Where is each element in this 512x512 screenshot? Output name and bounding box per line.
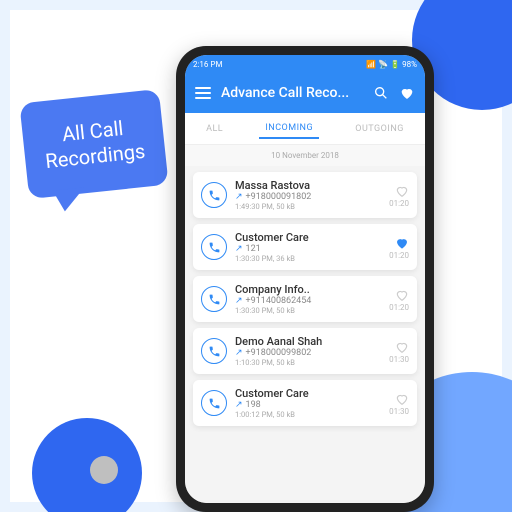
recording-meta: 1:30:30 PM, 50 kB	[235, 306, 381, 315]
phone-frame: 2:16 PM 📶 📡 🔋 98% Advance Call Reco... A…	[176, 46, 434, 512]
recording-card[interactable]: Company Info..↗+9114008624541:30:30 PM, …	[193, 276, 417, 322]
direction-icon: ↗	[235, 296, 243, 306]
call-type-icon	[201, 286, 227, 312]
contact-name: Demo Aanal Shah	[235, 335, 381, 348]
recording-meta: 1:10:30 PM, 50 kB	[235, 358, 381, 367]
recording-meta: 1:30:30 PM, 36 kB	[235, 254, 381, 263]
date-section-header: 10 November 2018	[185, 145, 425, 166]
recording-duration: 01:30	[389, 407, 409, 416]
contact-number: ↗+911400862454	[235, 296, 381, 306]
status-indicators: 📶 📡 🔋 98%	[366, 60, 417, 69]
status-bar: 2:16 PM 📶 📡 🔋 98%	[185, 55, 425, 73]
call-type-icon	[201, 234, 227, 260]
recording-card[interactable]: Customer Care↗1981:00:12 PM, 50 kB 01:30	[193, 380, 417, 426]
menu-icon[interactable]	[195, 87, 211, 99]
direction-icon: ↗	[235, 244, 243, 254]
call-type-icon	[201, 182, 227, 208]
app-bar: Advance Call Reco...	[185, 73, 425, 113]
recording-duration: 01:30	[389, 355, 409, 364]
status-time: 2:16 PM	[193, 60, 222, 69]
callout-bubble: All Call Recordings	[19, 89, 168, 199]
decor-circle-grey	[90, 456, 118, 484]
recording-card[interactable]: Demo Aanal Shah↗+9180000998021:10:30 PM,…	[193, 328, 417, 374]
contact-name: Customer Care	[235, 387, 381, 400]
recording-meta: 1:49:30 PM, 50 kB	[235, 202, 381, 211]
favorite-toggle[interactable]	[395, 391, 409, 405]
app-title: Advance Call Reco...	[221, 85, 363, 101]
recording-list[interactable]: Massa Rastova↗+9180000918021:49:30 PM, 5…	[185, 166, 425, 503]
callout-text: All Call Recordings	[32, 113, 157, 175]
contact-number: ↗198	[235, 400, 381, 410]
contact-name: Company Info..	[235, 283, 381, 296]
tab-outgoing[interactable]: OUTGOING	[349, 120, 410, 138]
direction-icon: ↗	[235, 348, 243, 358]
contact-name: Massa Rastova	[235, 179, 381, 192]
call-type-icon	[201, 338, 227, 364]
recording-duration: 01:20	[389, 199, 409, 208]
decor-circle-blue	[32, 418, 142, 512]
call-type-icon	[201, 390, 227, 416]
favorite-toggle[interactable]	[395, 235, 409, 249]
recording-card[interactable]: Customer Care↗1211:30:30 PM, 36 kB 01:20	[193, 224, 417, 270]
tab-incoming[interactable]: INCOMING	[259, 119, 319, 139]
direction-icon: ↗	[235, 192, 243, 202]
tab-bar: ALL INCOMING OUTGOING	[185, 113, 425, 145]
contact-number: ↗+918000099802	[235, 348, 381, 358]
recording-meta: 1:00:12 PM, 50 kB	[235, 410, 381, 419]
recording-card[interactable]: Massa Rastova↗+9180000918021:49:30 PM, 5…	[193, 172, 417, 218]
contact-number: ↗121	[235, 244, 381, 254]
contact-number: ↗+918000091802	[235, 192, 381, 202]
direction-icon: ↗	[235, 400, 243, 410]
contact-name: Customer Care	[235, 231, 381, 244]
recording-duration: 01:20	[389, 303, 409, 312]
favorite-toggle[interactable]	[395, 287, 409, 301]
favorite-toggle[interactable]	[395, 339, 409, 353]
tab-all[interactable]: ALL	[200, 120, 229, 138]
recording-duration: 01:20	[389, 251, 409, 260]
search-icon[interactable]	[373, 85, 389, 101]
favorites-icon[interactable]	[399, 85, 415, 101]
favorite-toggle[interactable]	[395, 183, 409, 197]
